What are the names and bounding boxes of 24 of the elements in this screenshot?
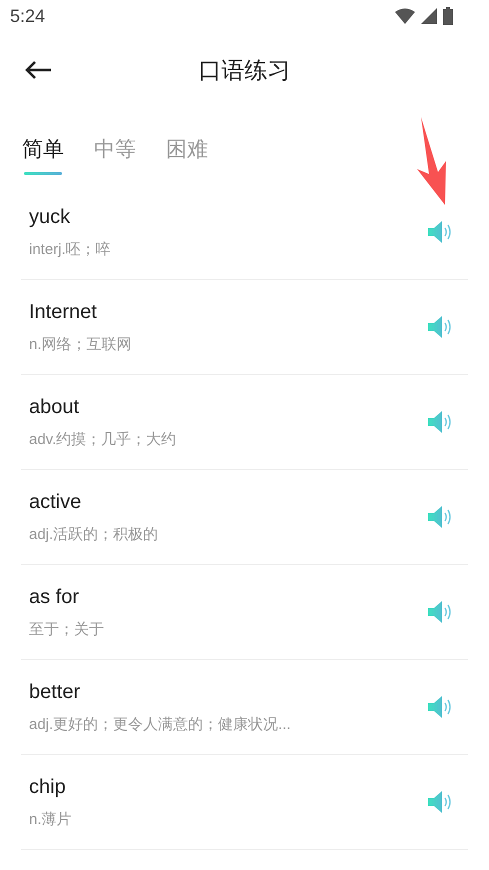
- tab[interactable]: 简单: [22, 134, 64, 174]
- word-meaning: adj.活跃的；积极的: [29, 526, 158, 544]
- word: yuck: [29, 204, 72, 228]
- word: Internet: [29, 300, 98, 324]
- word: about: [29, 394, 80, 418]
- tab[interactable]: 中等: [94, 134, 136, 174]
- word: better: [29, 680, 82, 704]
- back-arrow-icon[interactable]: [24, 60, 52, 80]
- signal-icon: [421, 8, 437, 24]
- word: as for: [29, 584, 80, 608]
- word-meaning: n.薄片: [29, 810, 72, 828]
- word-meaning: interj.呸；啐: [29, 240, 111, 258]
- word-meaning: n.网络；互联网: [29, 336, 132, 354]
- word-meaning: adj.更好的；更令人满意的；健康状况...: [29, 716, 291, 734]
- arrow-icon: [416, 117, 448, 205]
- status-time: 5:24: [10, 4, 46, 28]
- word: active: [29, 490, 82, 514]
- word-meaning: 至于；关于: [29, 620, 104, 638]
- wifi-icon: [395, 8, 415, 24]
- page-title: 口语练习: [198, 56, 290, 85]
- word-meaning: adv.约摸；几乎；大约: [29, 430, 176, 448]
- battery-icon: [443, 7, 453, 25]
- tab[interactable]: 困难: [166, 134, 208, 174]
- word: chip: [29, 774, 67, 798]
